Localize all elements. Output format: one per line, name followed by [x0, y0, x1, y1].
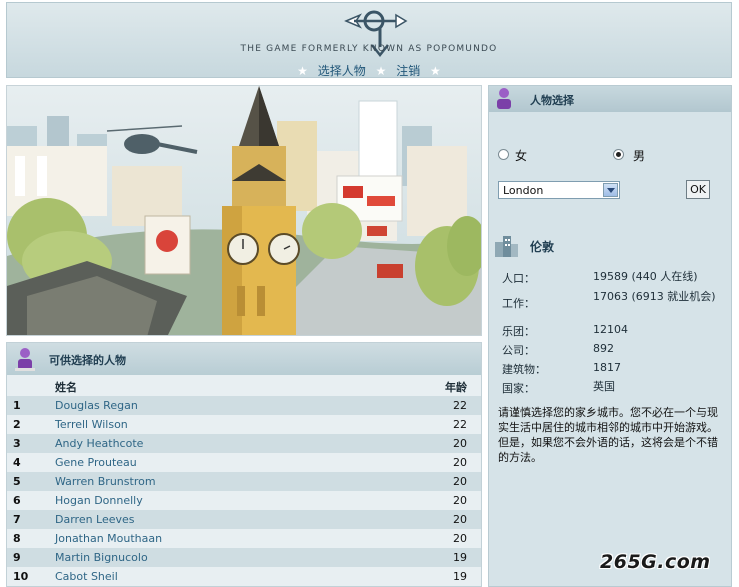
star-icon: ★	[375, 64, 387, 78]
star-icon: ★	[297, 64, 308, 78]
character-name-link[interactable]: Terrell Wilson	[55, 418, 128, 431]
city-info-header: 伦敦	[489, 231, 731, 259]
top-nav: ★ 选择人物 ★ 注销 ★	[7, 62, 731, 79]
city-select[interactable]: London	[498, 181, 620, 199]
table-row[interactable]: 5 Warren Brunstrom 20	[7, 472, 481, 491]
ok-button[interactable]: OK	[686, 180, 710, 199]
gender-male-radio[interactable]	[613, 149, 624, 160]
person-icon	[497, 88, 511, 109]
character-rows: 1 Douglas Regan 22 2 Terrell Wilson 22 3 Andy H…	[7, 396, 481, 586]
character-age: 20	[453, 513, 467, 526]
character-list-title: 可供选择的人物	[49, 354, 126, 367]
row-number: 2	[13, 418, 21, 431]
character-age: 22	[453, 418, 467, 431]
nav-logout[interactable]: 注销	[396, 64, 420, 78]
nav-select-character[interactable]: 选择人物	[318, 64, 366, 78]
character-select-header: 人物选择	[489, 86, 731, 112]
watermark-text: 265G.com	[600, 551, 711, 573]
row-number: 5	[13, 475, 21, 488]
row-number: 6	[13, 494, 21, 507]
gender-female-radio[interactable]	[498, 149, 509, 160]
city-description: 请谨慎选择您的家乡城市。您不必在一个与现实生活中居住的城市相邻的城市中开始游戏。…	[498, 406, 718, 464]
column-name: 姓名	[55, 381, 77, 394]
character-age: 20	[453, 456, 467, 469]
table-row[interactable]: 2 Terrell Wilson 22	[7, 415, 481, 434]
character-name-link[interactable]: Darren Leeves	[55, 513, 135, 526]
character-age: 19	[453, 551, 467, 564]
character-name-link[interactable]: Andy Heathcote	[55, 437, 143, 450]
character-select-panel: 人物选择 女 男 London OK 伦敦 人口： 19589 (440 人在线…	[488, 85, 732, 587]
table-row[interactable]: 8 Jonathan Mouthaan 20	[7, 529, 481, 548]
character-select-title: 人物选择	[530, 94, 574, 107]
character-list-header: 可供选择的人物	[7, 343, 481, 375]
row-number: 7	[13, 513, 21, 526]
character-age: 20	[453, 532, 467, 545]
column-age: 年龄	[445, 381, 467, 394]
character-name-link[interactable]: Gene Prouteau	[55, 456, 137, 469]
row-number: 4	[13, 456, 21, 469]
gender-female-label: 女	[515, 149, 528, 163]
character-age: 20	[453, 475, 467, 488]
character-name-link[interactable]: Cabot Sheil	[55, 570, 118, 583]
character-age: 22	[453, 399, 467, 412]
chevron-down-icon[interactable]	[603, 183, 618, 197]
character-name-link[interactable]: Hogan Donnelly	[55, 494, 143, 507]
table-row[interactable]: 6 Hogan Donnelly 20	[7, 491, 481, 510]
character-name-link[interactable]: Warren Brunstrom	[55, 475, 156, 488]
table-row[interactable]: 10 Cabot Sheil 19	[7, 567, 481, 586]
character-age: 19	[453, 570, 467, 583]
row-number: 8	[13, 532, 21, 545]
character-table-header: 姓名 年龄	[7, 375, 481, 396]
row-number: 3	[13, 437, 21, 450]
buildings-icon	[495, 236, 518, 257]
gender-male-label: 男	[633, 149, 646, 163]
character-name-link[interactable]: Jonathan Mouthaan	[55, 532, 162, 545]
character-age: 20	[453, 437, 467, 450]
london-scene-image	[7, 86, 481, 335]
table-row[interactable]: 1 Douglas Regan 22	[7, 396, 481, 415]
star-icon: ★	[430, 64, 441, 78]
character-name-link[interactable]: Martin Bignucolo	[55, 551, 148, 564]
city-select-value: London	[503, 184, 544, 197]
site-tagline: THE GAME FORMERLY KNOWN AS POPOMUNDO	[240, 44, 498, 54]
table-row[interactable]: 7 Darren Leeves 20	[7, 510, 481, 529]
site-header: THE GAME FORMERLY KNOWN AS POPOMUNDO ★ 选…	[6, 2, 732, 78]
character-list-panel: 可供选择的人物 姓名 年龄 1 Douglas Regan 22 2 Terrell W…	[6, 342, 482, 587]
table-row[interactable]: 3 Andy Heathcote 20	[7, 434, 481, 453]
city-illustration	[6, 85, 482, 336]
city-name: 伦敦	[530, 240, 555, 254]
person-icon	[15, 348, 35, 371]
table-row[interactable]: 9 Martin Bignucolo 19	[7, 548, 481, 567]
row-number: 1	[13, 399, 21, 412]
table-row[interactable]: 4 Gene Prouteau 20	[7, 453, 481, 472]
character-age: 20	[453, 494, 467, 507]
row-number: 10	[13, 570, 29, 583]
character-name-link[interactable]: Douglas Regan	[55, 399, 138, 412]
row-number: 9	[13, 551, 21, 564]
